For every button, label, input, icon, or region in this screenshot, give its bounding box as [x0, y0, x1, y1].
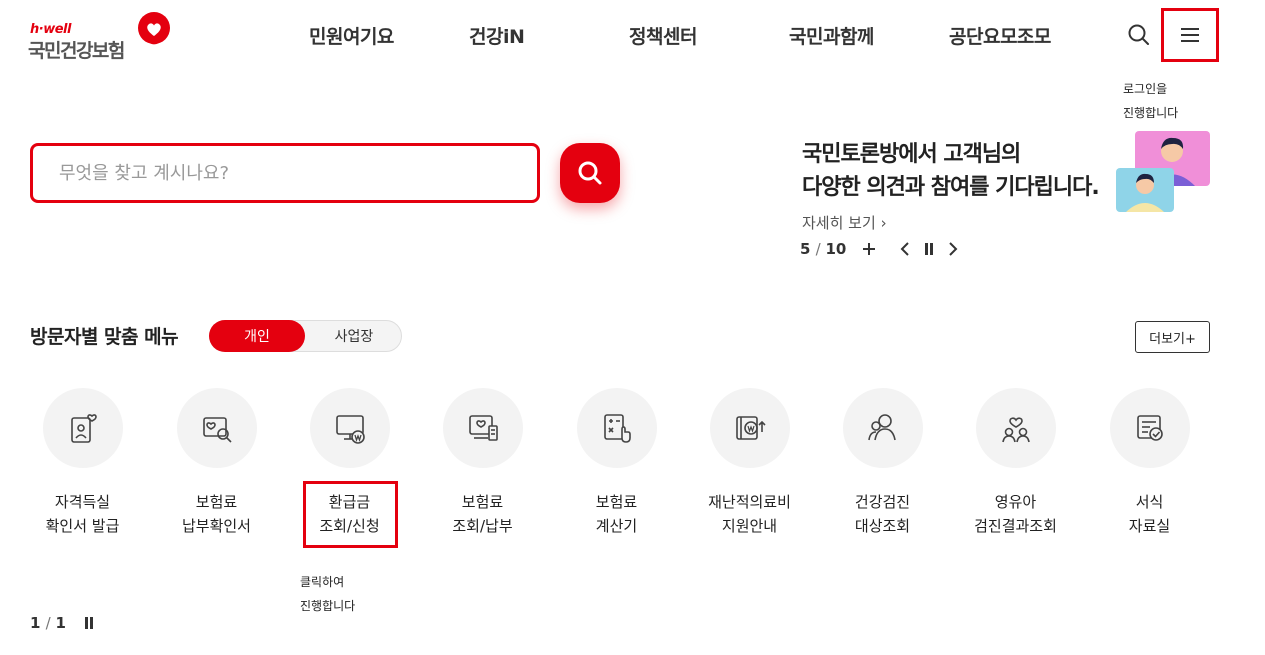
menu-icon-circle [577, 388, 657, 468]
click-tooltip: 클릭하여 진행합니다 [300, 570, 355, 618]
id-card-heart-icon [71, 414, 97, 443]
click-tooltip-line2: 진행합니다 [300, 599, 356, 613]
banner-prev-button[interactable] [894, 238, 916, 260]
banner-title-line2: 다양한 의견과 참여를 기다립니다. [802, 175, 1100, 200]
gnb-item-policy[interactable]: 정책센터 [629, 22, 697, 49]
menu-icon-circle [1110, 388, 1190, 468]
plus-icon [863, 243, 876, 255]
pager-current: 1 [30, 614, 41, 632]
banner-more-label: 자세히 보기 [802, 214, 876, 232]
chevron-left-icon [900, 242, 910, 256]
pager-counter: 1 / 1 [30, 614, 66, 632]
menu-icon-circle [43, 388, 123, 468]
banner-next-button[interactable] [942, 238, 964, 260]
heart-logo-icon [138, 12, 170, 45]
banner-controls: 5 / 10 [800, 238, 964, 260]
menu-item-label: 재난적의료비 지원안내 [708, 493, 791, 535]
hamburger-icon [1181, 28, 1199, 42]
menu-item-label: 보험료 조회/납부 [452, 493, 513, 535]
menu-item-label: 보험료 납부확인서 [181, 493, 251, 535]
banner-current: 5 [800, 240, 811, 258]
menu-item-infant-checkup[interactable]: 영유아 검진결과조회 [949, 388, 1082, 548]
login-tooltip-line1: 로그인을 [1123, 82, 1168, 96]
menu-item-label: 서식 자료실 [1128, 493, 1171, 535]
menu-item-checkup-target[interactable]: 건강검진 대상조회 [816, 388, 949, 548]
pause-icon [84, 617, 93, 629]
gnb-item-about[interactable]: 공단요모조모 [949, 22, 1051, 49]
gnb-item-civil[interactable]: 민원여기요 [309, 22, 394, 49]
login-tooltip-line2: 진행합니다 [1123, 106, 1179, 120]
certificate-search-icon [203, 417, 232, 443]
chevron-right-icon: › [880, 214, 887, 232]
search-icon [1128, 24, 1149, 45]
avatar-man-blue [1116, 168, 1174, 212]
pager-total: 1 [55, 614, 66, 632]
medical-fund-icon [736, 416, 766, 440]
family-heart-icon [1002, 417, 1030, 443]
menu-item-forms[interactable]: 서식 자료실 [1083, 388, 1216, 548]
site-logo[interactable]: h·well 국민건강보험 [28, 12, 178, 62]
menu-icon-circle [710, 388, 790, 468]
menu-pager: 1 / 1 [30, 614, 100, 632]
menu-item-label: 영유아 검진결과조회 [974, 493, 1057, 535]
people-check-icon [868, 414, 896, 441]
form-check-icon [1137, 415, 1163, 441]
menu-item-label: 자격득실 확인서 발급 [45, 493, 120, 535]
header-search-button[interactable] [1126, 22, 1152, 48]
calculator-touch-icon [604, 414, 631, 443]
menu-item-medical-support[interactable]: 재난적의료비 지원안내 [683, 388, 816, 548]
menu-icon-circle [177, 388, 257, 468]
toggle-personal[interactable]: 개인 [209, 320, 305, 352]
chevron-right-icon [949, 242, 958, 256]
logo-main-text: 국민건강보험 [28, 40, 125, 62]
more-button[interactable]: 더보기+ [1135, 321, 1210, 353]
logo-small-text: h·well [30, 22, 71, 37]
banner-title: 국민토론방에서 고객님의 다양한 의견과 참여를 기다립니다. [802, 138, 1100, 204]
menu-item-payment-cert[interactable]: 보험료 납부확인서 [150, 388, 283, 548]
toggle-business[interactable]: 사업장 [306, 320, 402, 352]
pager-pause-button[interactable] [78, 612, 100, 634]
login-tooltip: 로그인을 진행합니다 [1123, 77, 1178, 125]
pause-icon [925, 243, 934, 255]
gnb-item-people[interactable]: 국민과함께 [789, 22, 874, 49]
menu-icon-circle [843, 388, 923, 468]
menu-icon-circle [310, 388, 390, 468]
banner-pause-button[interactable] [918, 238, 940, 260]
menu-item-label: 보험료 계산기 [595, 493, 638, 535]
hamburger-menu-button[interactable] [1161, 8, 1219, 62]
banner-counter: 5 / 10 [800, 240, 847, 258]
menu-item-refund[interactable]: 환급금 조회/신청 [283, 388, 416, 548]
banner-more-link[interactable]: 자세히 보기 › [802, 212, 887, 233]
menu-item-premium-inquiry[interactable]: 보험료 조회/납부 [416, 388, 549, 548]
menu-item-label: 환급금 조회/신청 [319, 493, 380, 535]
banner-plus-button[interactable] [858, 238, 880, 260]
banner-title-line1: 국민토론방에서 고객님의 [802, 142, 1021, 167]
monitor-won-icon [336, 415, 365, 444]
menu-item-label: 건강검진 대상조회 [854, 493, 911, 535]
banner-total: 10 [825, 240, 847, 258]
visitor-type-toggle: 개인 사업장 [209, 320, 402, 352]
search-icon [578, 161, 602, 185]
menu-icon-circle [443, 388, 523, 468]
section-title: 방문자별 맞춤 메뉴 [30, 326, 179, 348]
person-illustration-icon [1126, 173, 1164, 212]
menu-item-calculator[interactable]: 보험료 계산기 [550, 388, 683, 548]
search-input[interactable] [33, 146, 537, 200]
main-search-box [30, 143, 540, 203]
search-submit-button[interactable] [560, 143, 620, 203]
gnb-item-health[interactable]: 건강iN [469, 22, 525, 49]
menu-item-qualification[interactable]: 자격득실 확인서 발급 [16, 388, 149, 548]
document-heart-icon [469, 415, 498, 441]
click-tooltip-line1: 클릭하여 [300, 575, 345, 589]
menu-icon-circle [976, 388, 1056, 468]
